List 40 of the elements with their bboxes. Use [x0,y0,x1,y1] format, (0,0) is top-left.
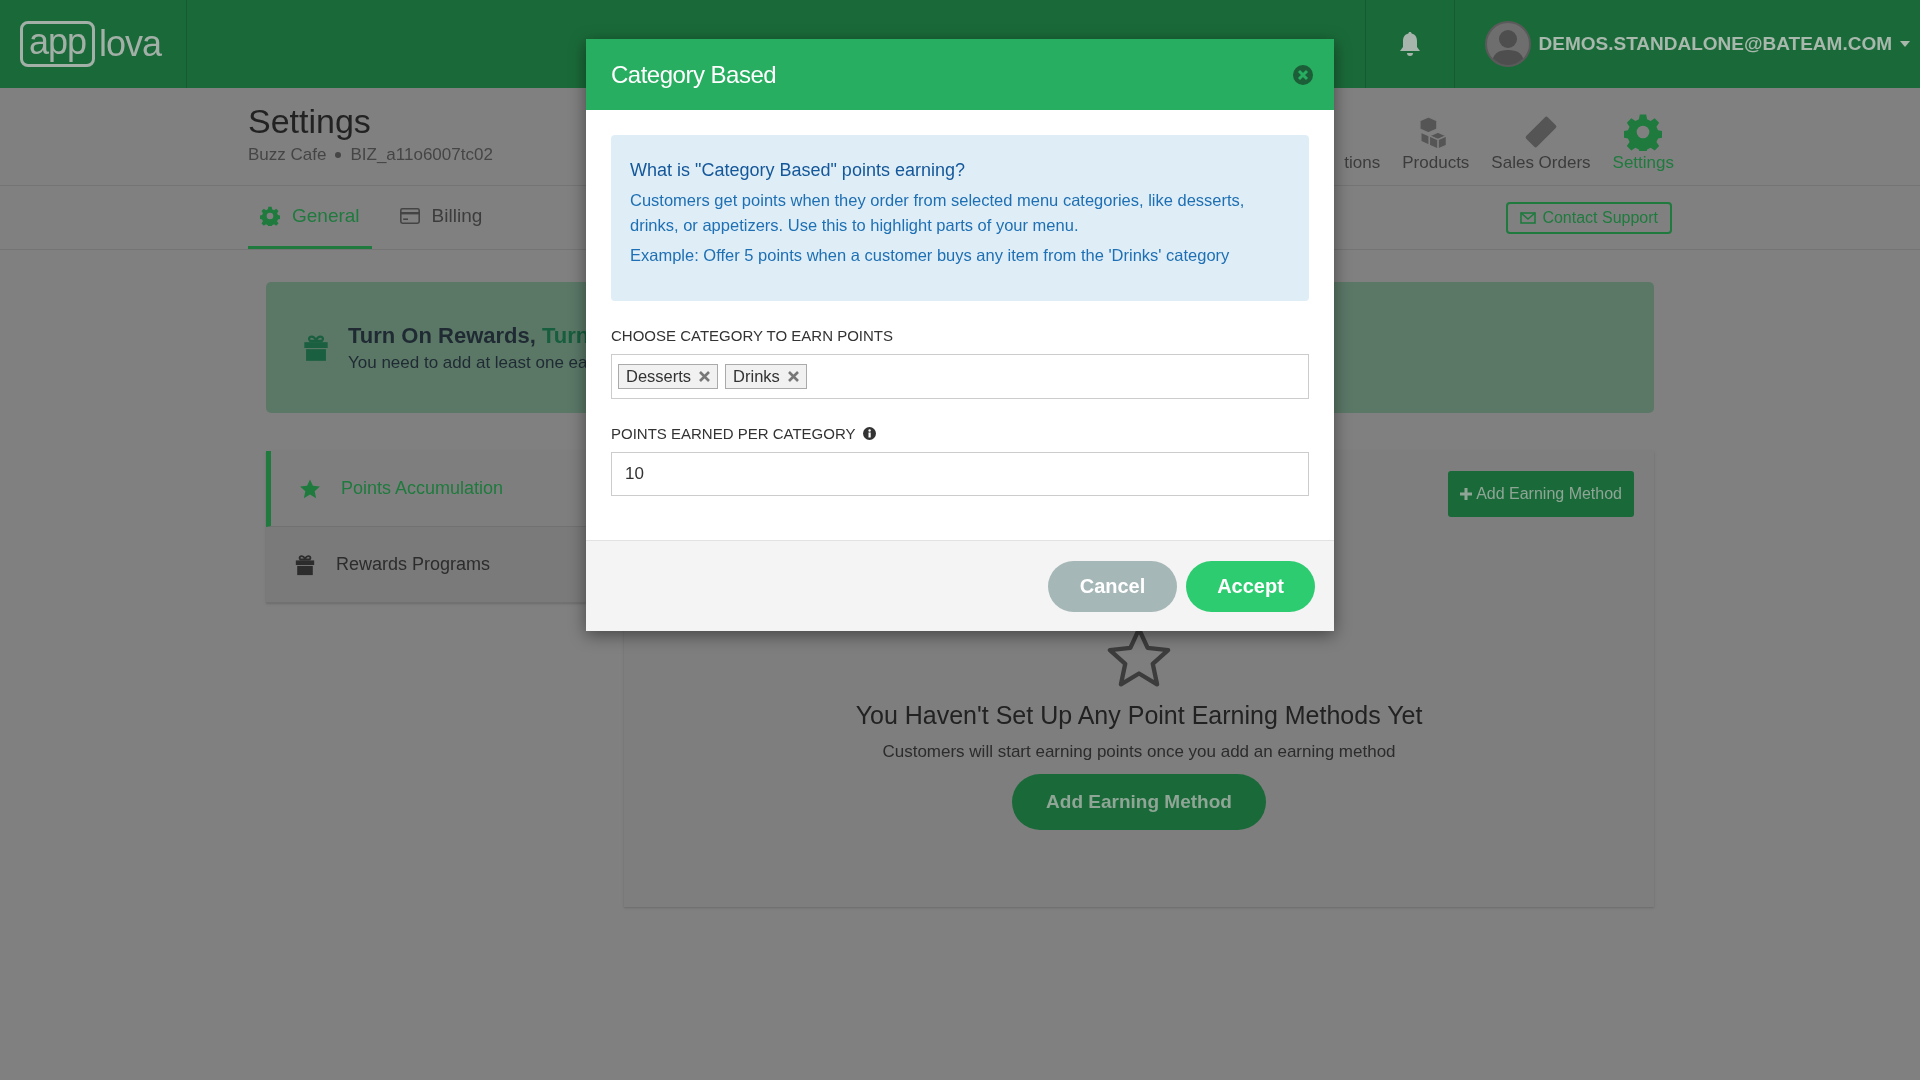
cancel-button[interactable]: Cancel [1048,560,1177,612]
nav-link[interactable]: Sales Orders [1491,153,1591,173]
info-example: Example: Offer 5 points when a customer buys any item from the 'Drinks' category [630,246,1231,265]
banner-text: You need to add at least one ea [348,352,589,373]
remove-icon[interactable] [787,371,799,382]
nav-link[interactable]: tions [1344,153,1381,173]
add-earning-method-button[interactable]: Add Earning Method [1012,774,1266,830]
modal-title: Category Based [611,60,777,89]
remove-icon[interactable] [699,371,711,382]
nav-link[interactable]: Products [1402,153,1470,173]
user-avatar-icon[interactable] [1484,21,1531,67]
notification-bell-icon[interactable] [1397,31,1422,57]
info-title: What is "Category Based" points earning? [630,160,966,181]
caret-icon[interactable] [1900,41,1910,47]
category-tag[interactable]: Desserts [618,364,719,389]
star-icon [299,477,321,500]
business-id: BIZ_a11o6007tc02 [350,145,493,165]
gift-icon [302,333,330,362]
plus-icon [1460,488,1473,500]
card-icon [399,208,420,224]
user-email-menu[interactable]: DEMOS.STANDALONE@BATEAM.COM [1538,33,1892,55]
category-tag[interactable]: Drinks [725,364,807,389]
settings-tab[interactable]: Billing [387,186,495,249]
info-text: Customers get points when they order from selected menu categories, like desserts, drinks, or appetizers. Use this to highlight parts of your menu. [630,190,1246,236]
gear-icon [260,206,280,226]
close-icon[interactable] [1292,63,1314,86]
page-title: Settings [248,102,372,141]
business-name: Buzz Cafe [248,145,327,165]
gear-icon [1624,113,1663,151]
envelope-icon [1520,211,1537,224]
points-input-field[interactable]: 10 [611,452,1309,496]
empty-state-title: You Haven't Set Up Any Point Earning Methods Yet [855,701,1423,730]
accept-button[interactable]: Accept [1186,560,1315,612]
field-label: POINTS EARNED PER CATEGORY [611,425,856,442]
field-label: CHOOSE CATEGORY TO EARN POINTS [611,327,893,344]
gift-icon [294,553,316,576]
category-select-field[interactable]: Desserts Drinks [611,354,1309,399]
add-earning-method-button[interactable]: Add Earning Method [1448,471,1634,517]
empty-state-text: Customers will start earning points once you add an earning method [882,742,1396,762]
info-icon[interactable] [862,427,876,440]
